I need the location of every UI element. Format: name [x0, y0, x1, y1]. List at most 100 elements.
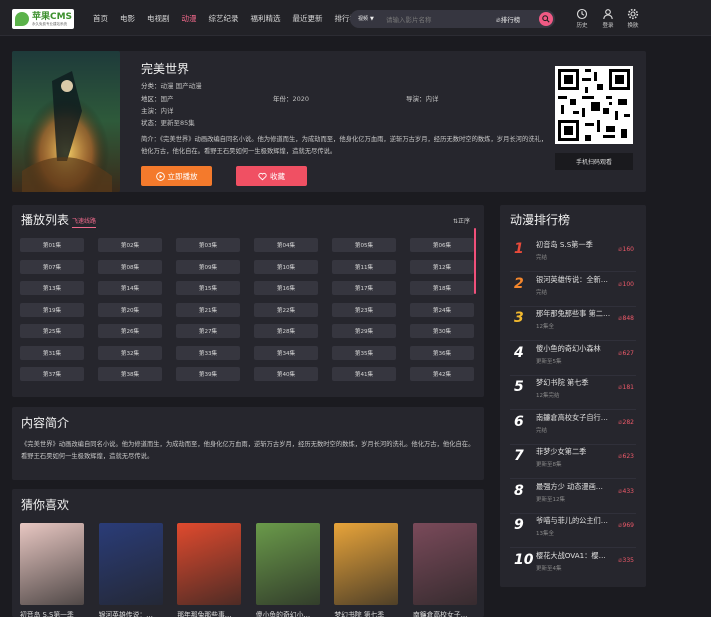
rank-name[interactable]: 那年那兔那些事 第二… — [536, 309, 620, 319]
episode-button[interactable]: 第40集 — [254, 367, 318, 381]
recommend-cover[interactable] — [334, 523, 399, 605]
episode-button[interactable]: 第12集 — [410, 259, 474, 274]
search-input[interactable]: 请输入影片名称 — [386, 14, 432, 24]
episode-button[interactable]: 第19集 — [20, 302, 84, 317]
nav-home[interactable]: 首页 — [93, 13, 108, 24]
play-now-button[interactable]: 立即播放 — [141, 166, 212, 186]
episode-button[interactable]: 第04集 — [254, 238, 318, 252]
nav-tv[interactable]: 电视剧 — [147, 13, 170, 24]
rank-name[interactable]: 爷喵与菲儿的公主们… — [536, 516, 620, 526]
nav-variety[interactable]: 综艺纪录 — [209, 13, 239, 24]
poster-image[interactable] — [12, 51, 120, 192]
rank-name[interactable]: 南鐮倉高校女子自行… — [536, 413, 620, 423]
recommend-cover[interactable] — [255, 523, 320, 605]
rank-name[interactable]: 菲梦少女第二季 — [536, 447, 620, 457]
search-button[interactable] — [539, 12, 553, 26]
episode-button[interactable]: 第07集 — [20, 259, 84, 274]
episode-button[interactable]: 第01集 — [20, 238, 84, 252]
episode-button[interactable]: 第15集 — [176, 281, 240, 295]
episode-button[interactable]: 第42集 — [410, 367, 474, 381]
recommend-card[interactable]: 傻小鱼的奇幻小… — [255, 523, 320, 617]
meta-category-value[interactable]: 动漫 国产动漫 — [161, 82, 202, 90]
search-rank-link[interactable]: 🔥︎排行榜 — [496, 14, 520, 25]
recommend-name[interactable]: 梦幻书院 第七季 — [334, 609, 398, 617]
episode-button[interactable]: 第30集 — [410, 324, 474, 338]
rank-name[interactable]: 梦幻书院 第七季 — [536, 378, 620, 388]
episode-button[interactable]: 第37集 — [20, 367, 84, 381]
rank-item[interactable]: 8 最强方少 动态漫画… 更新至12集 🔥︎433 — [510, 480, 638, 512]
episode-button[interactable]: 第34集 — [254, 345, 318, 360]
rank-item[interactable]: 7 菲梦少女第二季 更新至8集 🔥︎623 — [510, 445, 638, 477]
rank-item[interactable]: 4 傻小鱼的奇幻小森林 更新至5集 🔥︎627 — [510, 342, 638, 374]
sort-toggle[interactable]: ⇅正序 — [453, 216, 470, 225]
episode-button[interactable]: 第05集 — [332, 238, 396, 252]
episode-button[interactable]: 第35集 — [332, 345, 396, 360]
recommend-card[interactable]: 初音岛 S.S第一季 — [20, 523, 84, 617]
playlist-scrollbar[interactable] — [474, 228, 476, 294]
favorite-button[interactable]: 收藏 — [236, 166, 307, 186]
recommend-card[interactable]: 南鐮倉高校女子… — [413, 523, 477, 617]
rank-item[interactable]: 9 爷喵与菲儿的公主们… 13集全 🔥︎969 — [510, 514, 638, 546]
episode-button[interactable]: 第14集 — [98, 281, 162, 295]
episode-button[interactable]: 第10集 — [254, 259, 318, 274]
recommend-cover[interactable] — [413, 523, 477, 605]
recommend-name[interactable]: 银河英雄传说：… — [99, 609, 163, 617]
tab-fast-line[interactable]: 飞速线路 — [72, 216, 97, 228]
episode-button[interactable]: 第02集 — [98, 238, 162, 252]
recommend-cover[interactable] — [177, 523, 242, 605]
history-button[interactable]: 历史 — [570, 8, 594, 29]
recommend-cover[interactable] — [20, 523, 84, 605]
recommend-card[interactable]: 梦幻书院 第七季 — [334, 523, 399, 617]
episode-button[interactable]: 第18集 — [410, 281, 474, 295]
rank-item[interactable]: 1 初音岛 S.S第一季 完结 🔥︎160 — [510, 238, 638, 270]
rank-item[interactable]: 3 那年那兔那些事 第二… 12集全 🔥︎848 — [510, 307, 638, 339]
episode-button[interactable]: 第26集 — [98, 324, 162, 338]
episode-button[interactable]: 第11集 — [332, 259, 396, 274]
episode-button[interactable]: 第16集 — [254, 281, 318, 295]
rank-name[interactable]: 傻小鱼的奇幻小森林 — [536, 344, 620, 354]
site-logo[interactable]: 苹果CMS 永久免费专业建站系统 — [12, 9, 74, 29]
rank-item[interactable]: 5 梦幻书院 第七季 12集完结 🔥︎181 — [510, 376, 638, 408]
episode-button[interactable]: 第29集 — [332, 324, 396, 338]
recommend-card[interactable]: 银河英雄传说：… — [98, 523, 163, 617]
episode-button[interactable]: 第32集 — [98, 345, 162, 360]
episode-button[interactable]: 第33集 — [176, 345, 240, 360]
rank-name[interactable]: 银河英雄传说：全新… — [536, 275, 620, 285]
recommend-name[interactable]: 那年那兔那些事… — [177, 609, 241, 617]
episode-button[interactable]: 第06集 — [410, 238, 474, 252]
nav-movie[interactable]: 电影 — [120, 13, 135, 24]
rank-item[interactable]: 10 樱花大战OVA1：樱… 更新至4集 🔥︎335 — [510, 549, 638, 581]
episode-button[interactable]: 第31集 — [20, 345, 84, 360]
episode-button[interactable]: 第22集 — [254, 302, 318, 317]
episode-button[interactable]: 第09集 — [176, 259, 240, 274]
episode-button[interactable]: 第20集 — [98, 302, 162, 317]
recommend-name[interactable]: 南鐮倉高校女子… — [413, 609, 477, 617]
rank-name[interactable]: 最强方少 动态漫画… — [536, 482, 620, 492]
rank-name[interactable]: 樱花大战OVA1：樱… — [536, 551, 620, 561]
search-type-select[interactable]: 视频 ▼ — [356, 14, 374, 22]
episode-button[interactable]: 第27集 — [176, 324, 240, 338]
episode-button[interactable]: 第24集 — [410, 302, 474, 317]
rank-item[interactable]: 2 银河英雄传说：全新… 完结 🔥︎100 — [510, 273, 638, 305]
episode-button[interactable]: 第08集 — [98, 259, 162, 274]
recommend-cover[interactable] — [98, 523, 163, 605]
episode-button[interactable]: 第28集 — [254, 324, 318, 338]
episode-button[interactable]: 第03集 — [176, 238, 240, 252]
episode-button[interactable]: 第13集 — [20, 281, 84, 295]
nav-anime[interactable]: 动漫 — [182, 13, 197, 24]
episode-button[interactable]: 第41集 — [332, 367, 396, 381]
nav-latest[interactable]: 最近更新 — [293, 13, 323, 24]
episode-button[interactable]: 第38集 — [98, 367, 162, 381]
recommend-card[interactable]: 那年那兔那些事… — [177, 523, 242, 617]
rank-item[interactable]: 6 南鐮倉高校女子自行… 完结 🔥︎282 — [510, 411, 638, 443]
episode-button[interactable]: 第25集 — [20, 324, 84, 338]
login-button[interactable]: 登录 — [596, 8, 620, 29]
episode-button[interactable]: 第21集 — [176, 302, 240, 317]
episode-button[interactable]: 第36集 — [410, 345, 474, 360]
nav-welfare[interactable]: 福利精选 — [251, 13, 281, 24]
skin-button[interactable]: 换肤 — [621, 8, 645, 29]
rank-name[interactable]: 初音岛 S.S第一季 — [536, 240, 620, 250]
recommend-name[interactable]: 傻小鱼的奇幻小… — [256, 609, 320, 617]
episode-button[interactable]: 第39集 — [176, 367, 240, 381]
recommend-name[interactable]: 初音岛 S.S第一季 — [20, 609, 84, 617]
